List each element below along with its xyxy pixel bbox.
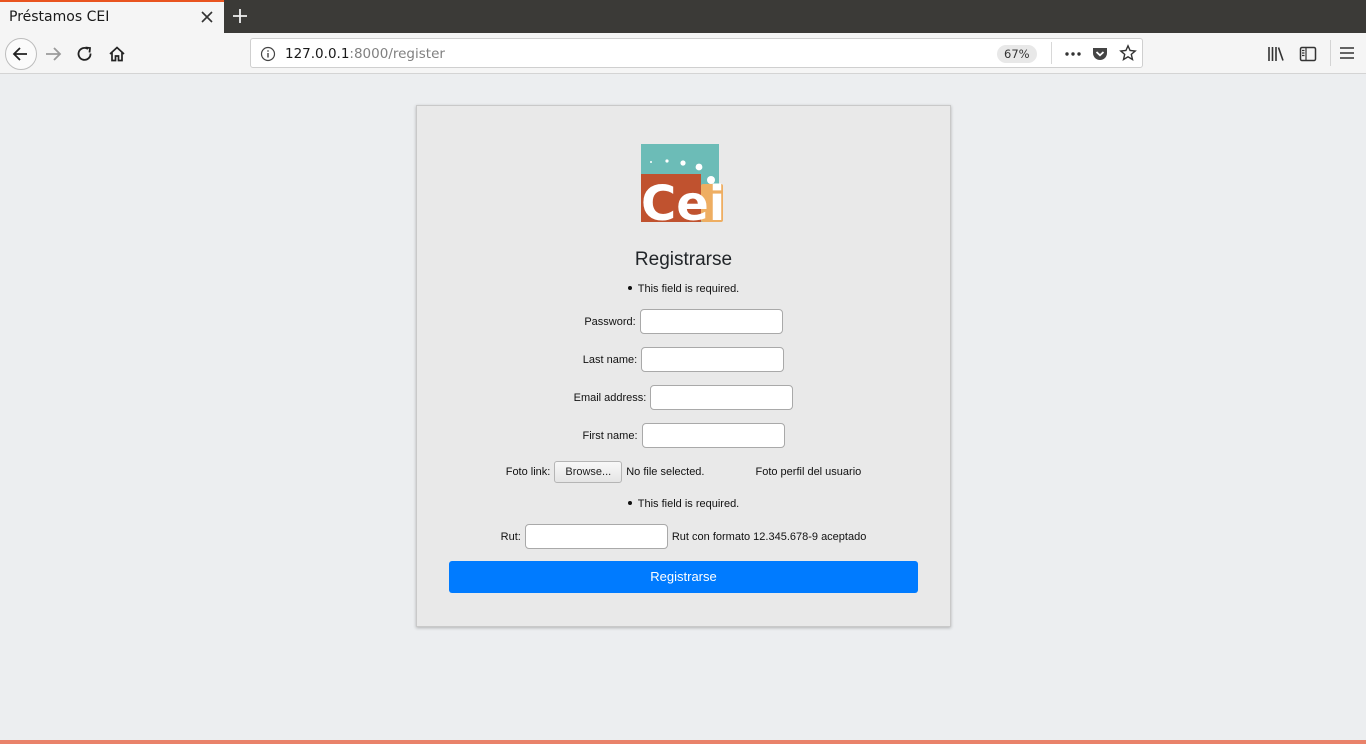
- back-arrow-icon: [12, 47, 27, 61]
- page-title: Registrarse: [634, 249, 733, 270]
- bottom-accent-bar: [0, 740, 1366, 744]
- home-button[interactable]: [102, 39, 132, 69]
- rut-input[interactable]: [524, 524, 668, 549]
- navigation-toolbar: 127.0.0.1:8000/register 67%: [0, 33, 1366, 74]
- rut-label: Rut:: [500, 530, 521, 543]
- error-message: This field is required.: [417, 283, 950, 295]
- first-name-input[interactable]: [641, 423, 785, 448]
- back-button[interactable]: [5, 38, 37, 70]
- browse-button[interactable]: Browse...: [554, 461, 623, 483]
- tab-title: Préstamos CEI: [9, 9, 110, 25]
- foto-row: Foto link: Browse... No file selected. F…: [417, 461, 950, 483]
- plus-icon[interactable]: [230, 6, 250, 26]
- forward-button[interactable]: [38, 39, 68, 69]
- hamburger-menu-icon[interactable]: [1338, 44, 1356, 62]
- zoom-level-badge[interactable]: 67%: [997, 45, 1037, 63]
- more-icon[interactable]: [1063, 45, 1083, 63]
- rut-row: Rut: Rut con formato 12.345.678-9 acepta…: [417, 524, 950, 549]
- forward-arrow-icon: [46, 47, 62, 61]
- rut-hint: Rut con formato 12.345.678-9 aceptado: [671, 530, 867, 543]
- pocket-icon[interactable]: [1091, 45, 1109, 63]
- star-icon[interactable]: [1119, 44, 1137, 62]
- reload-button[interactable]: [70, 39, 100, 69]
- rut-error-text: This field is required.: [637, 498, 740, 510]
- bullet-icon: [627, 501, 632, 506]
- active-tab[interactable]: Préstamos CEI: [0, 0, 224, 33]
- password-label: Password:: [584, 315, 636, 328]
- home-icon: [109, 46, 125, 62]
- url-host: 127.0.0.1: [285, 46, 350, 62]
- register-submit-button[interactable]: Registrarse: [449, 561, 918, 593]
- last-name-input[interactable]: [641, 347, 785, 372]
- register-card: Cei Registrarse This field is required. …: [416, 105, 951, 627]
- cei-logo: Cei: [641, 144, 725, 222]
- rut-error-message: This field is required.: [417, 498, 950, 510]
- error-text: This field is required.: [637, 283, 740, 295]
- first-name-label: First name:: [582, 429, 638, 442]
- last-name-label: Last name:: [582, 353, 638, 366]
- email-label: Email address:: [573, 391, 647, 404]
- first-name-row: First name:: [417, 423, 950, 448]
- close-icon[interactable]: [198, 8, 216, 26]
- url-text[interactable]: 127.0.0.1:8000/register: [285, 46, 445, 62]
- tab-strip: Préstamos CEI: [0, 0, 1366, 33]
- foto-hint: Foto perfil del usuario: [755, 466, 862, 478]
- address-bar[interactable]: 127.0.0.1:8000/register 67%: [250, 38, 1143, 68]
- reload-icon: [77, 46, 92, 61]
- library-icon[interactable]: [1266, 44, 1286, 64]
- info-icon[interactable]: [260, 46, 276, 62]
- url-path: :8000/register: [349, 46, 445, 62]
- bullet-icon: [627, 286, 632, 291]
- toolbar-separator: [1330, 40, 1331, 66]
- url-separator: [1051, 42, 1052, 64]
- password-row: Password:: [417, 309, 950, 334]
- email-input[interactable]: [650, 385, 794, 410]
- sidebar-icon[interactable]: [1298, 44, 1318, 64]
- password-input[interactable]: [639, 309, 783, 334]
- foto-label: Foto link:: [505, 466, 551, 478]
- email-row: Email address:: [417, 385, 950, 410]
- logo-text: Cei: [641, 176, 725, 222]
- no-file-text: No file selected.: [626, 466, 705, 478]
- last-name-row: Last name:: [417, 347, 950, 372]
